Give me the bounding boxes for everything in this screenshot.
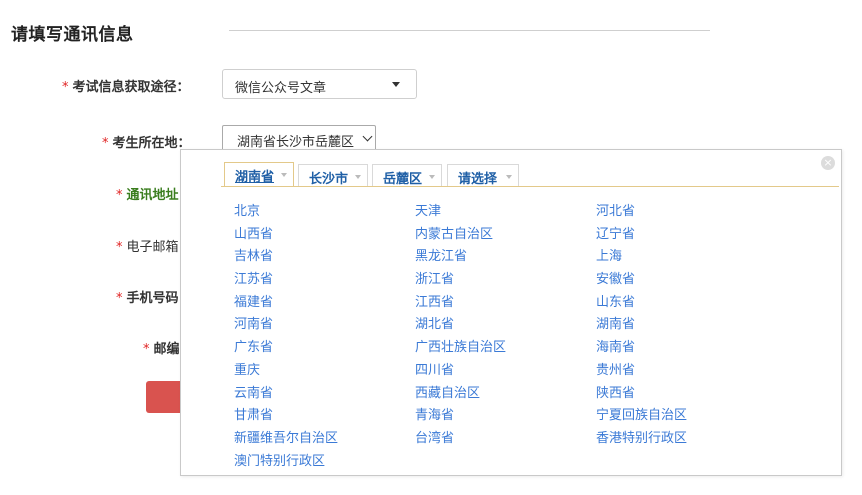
province-option[interactable]: 湖南省 xyxy=(596,313,777,336)
province-option[interactable]: 青海省 xyxy=(415,404,596,427)
province-option[interactable]: 天津 xyxy=(415,200,596,223)
province-option[interactable]: 宁夏回族自治区 xyxy=(596,404,777,427)
section-title: 请填写通讯信息 xyxy=(11,25,134,45)
province-option[interactable]: 河北省 xyxy=(596,200,777,223)
phone-row: * 手机号码 xyxy=(116,287,179,306)
tabs-divider xyxy=(221,186,839,187)
province-option[interactable]: 黑龙江省 xyxy=(415,245,596,268)
province-option[interactable]: 陕西省 xyxy=(596,382,777,405)
province-option[interactable]: 台湾省 xyxy=(415,427,596,450)
required-mark: * xyxy=(102,136,109,151)
exam-info-select[interactable]: 微信公众号文章 xyxy=(222,69,417,99)
province-option[interactable]: 江西省 xyxy=(415,291,596,314)
province-option[interactable]: 福建省 xyxy=(234,291,415,314)
tab-city[interactable]: 长沙市 xyxy=(298,164,368,187)
exam-info-row: * 考试信息获取途径： xyxy=(62,76,190,95)
tab-label: 长沙市 xyxy=(309,172,349,187)
province-list: 北京 天津 河北省山西省 内蒙古自治区 辽宁省吉林省 黑龙江省 上海江苏省 浙江省 安徽省福建省… xyxy=(234,200,794,472)
location-row: * 考生所在地： xyxy=(102,132,191,151)
postcode-label: 邮编 xyxy=(153,342,180,357)
province-option[interactable]: 安徽省 xyxy=(596,268,777,291)
province-option[interactable]: 香港特别行政区 xyxy=(596,427,777,450)
email-row: * 电子邮箱 xyxy=(116,236,179,255)
province-option[interactable]: 新疆维吾尔自治区 xyxy=(234,427,415,450)
exam-info-label: 考试信息获取途径： xyxy=(72,80,190,95)
province-option[interactable]: 吉林省 xyxy=(234,245,415,268)
province-option[interactable]: 内蒙古自治区 xyxy=(415,223,596,246)
address-row: * 通讯地址 xyxy=(116,184,179,203)
postcode-row: * 邮编 xyxy=(143,338,180,357)
province-option[interactable]: 贵州省 xyxy=(596,359,777,382)
location-select[interactable]: 湖南省长沙市岳麓区 xyxy=(222,125,376,152)
province-option[interactable]: 四川省 xyxy=(415,359,596,382)
tab-label: 请选择 xyxy=(458,172,498,187)
location-label: 考生所在地： xyxy=(112,136,191,151)
exam-info-value: 微信公众号文章 xyxy=(235,81,327,96)
required-mark: * xyxy=(143,342,150,357)
region-picker-popup: × 湖南省 长沙市 岳麓区 请选择 北京 天津 河北省山西省 内蒙古自治区 辽宁省吉林省… xyxy=(180,149,842,476)
chevron-down-icon xyxy=(429,175,435,179)
province-option[interactable]: 上海 xyxy=(596,245,777,268)
tab-label: 岳麓区 xyxy=(383,172,423,187)
province-option[interactable]: 重庆 xyxy=(234,359,415,382)
province-option[interactable]: 甘肃省 xyxy=(234,404,415,427)
chevron-down-icon xyxy=(355,175,361,179)
province-option[interactable]: 广东省 xyxy=(234,336,415,359)
chevron-down-icon xyxy=(506,175,512,179)
province-option[interactable]: 北京 xyxy=(234,200,415,223)
email-label: 电子邮箱 xyxy=(126,240,179,255)
title-divider xyxy=(229,30,710,31)
province-option[interactable]: 云南省 xyxy=(234,382,415,405)
tab-label: 湖南省 xyxy=(235,170,275,185)
province-option[interactable]: 湖北省 xyxy=(415,313,596,336)
tab-district[interactable]: 岳麓区 xyxy=(372,164,442,187)
province-option[interactable]: 江苏省 xyxy=(234,268,415,291)
province-option[interactable]: 广西壮族自治区 xyxy=(415,336,596,359)
required-mark: * xyxy=(116,291,123,306)
caret-down-icon xyxy=(392,82,400,87)
province-option[interactable]: 西藏自治区 xyxy=(415,382,596,405)
location-value: 湖南省长沙市岳麓区 xyxy=(237,135,355,150)
province-option[interactable]: 山东省 xyxy=(596,291,777,314)
province-option[interactable]: 浙江省 xyxy=(415,268,596,291)
province-option[interactable]: 山西省 xyxy=(234,223,415,246)
province-option[interactable]: 海南省 xyxy=(596,336,777,359)
required-mark: * xyxy=(62,80,69,95)
close-icon[interactable]: × xyxy=(821,156,835,170)
province-option[interactable]: 辽宁省 xyxy=(596,223,777,246)
address-label: 通讯地址 xyxy=(126,188,179,203)
chevron-down-icon xyxy=(281,173,287,177)
tab-province[interactable]: 湖南省 xyxy=(224,162,294,186)
required-mark: * xyxy=(116,240,123,255)
province-option[interactable]: 澳门特别行政区 xyxy=(234,450,415,473)
phone-label: 手机号码 xyxy=(126,291,179,306)
tab-select[interactable]: 请选择 xyxy=(447,164,519,187)
province-option[interactable]: 河南省 xyxy=(234,313,415,336)
chevron-down-icon xyxy=(362,131,373,142)
required-mark: * xyxy=(116,188,123,203)
